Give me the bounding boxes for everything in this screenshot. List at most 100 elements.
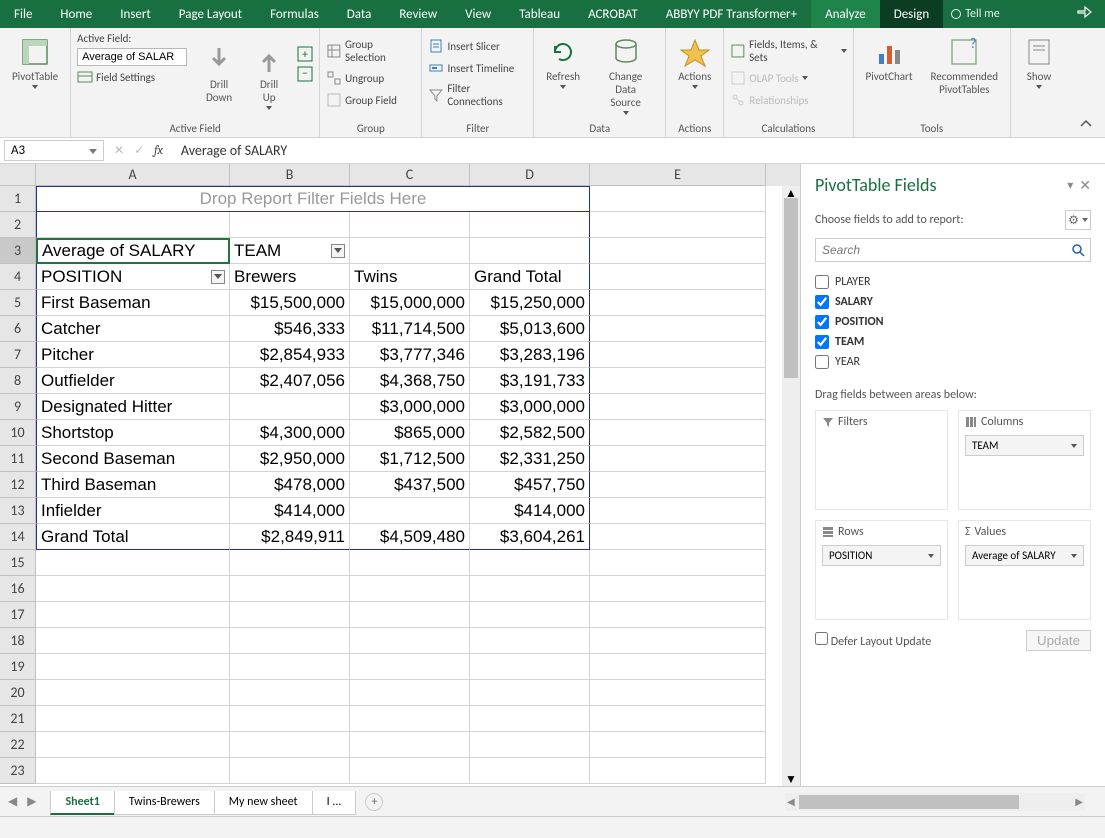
cell-b7[interactable]: $2,854,933: [230, 342, 350, 368]
field-player[interactable]: PLAYER: [815, 272, 1091, 292]
team-filter-dropdown-icon[interactable]: [331, 244, 345, 258]
row-header-3[interactable]: 3: [0, 238, 36, 264]
cell-b14[interactable]: $2,849,911: [230, 524, 350, 550]
cell[interactable]: [350, 706, 470, 732]
group-field-button[interactable]: Group Field: [326, 92, 397, 108]
cell-a14[interactable]: Grand Total: [36, 524, 230, 550]
fields-settings-icon[interactable]: [1065, 210, 1091, 230]
cell-a11[interactable]: Second Baseman: [36, 446, 230, 472]
scroll-down-arrow[interactable]: ▼: [782, 772, 800, 786]
cell[interactable]: [230, 628, 350, 654]
cell[interactable]: [36, 706, 230, 732]
tab-home[interactable]: Home: [46, 0, 106, 28]
col-header-b[interactable]: B: [230, 164, 350, 186]
cell-c8[interactable]: $4,368,750: [350, 368, 470, 394]
cell-a4[interactable]: POSITION: [36, 264, 230, 290]
cell-c10[interactable]: $865,000: [350, 420, 470, 446]
cell[interactable]: [590, 264, 766, 290]
cell[interactable]: [590, 420, 766, 446]
cell[interactable]: [590, 732, 766, 758]
cell[interactable]: [470, 238, 590, 264]
cell-c4[interactable]: Twins: [350, 264, 470, 290]
row-header-9[interactable]: 9: [0, 394, 36, 420]
columns-area[interactable]: Columns TEAM: [958, 410, 1091, 510]
cell[interactable]: [350, 602, 470, 628]
fx-icon[interactable]: fx: [154, 143, 163, 158]
row-header-16[interactable]: 16: [0, 576, 36, 602]
cell[interactable]: [590, 524, 766, 550]
vertical-scrollbar[interactable]: ▲ ▼: [782, 186, 800, 786]
insert-timeline-button[interactable]: Insert Timeline: [428, 60, 514, 76]
cell-d9[interactable]: $3,000,000: [470, 394, 590, 420]
cell-b13[interactable]: $414,000: [230, 498, 350, 524]
cell-d13[interactable]: $414,000: [470, 498, 590, 524]
tell-me[interactable]: Tell me: [951, 7, 1000, 21]
name-box[interactable]: A3: [4, 140, 104, 161]
relationships-button[interactable]: Relationships: [730, 92, 808, 108]
cell-b6[interactable]: $546,333: [230, 316, 350, 342]
cell[interactable]: [350, 654, 470, 680]
cell-c6[interactable]: $11,714,500: [350, 316, 470, 342]
cell[interactable]: [590, 758, 766, 784]
row-header-15[interactable]: 15: [0, 550, 36, 576]
row-header-12[interactable]: 12: [0, 472, 36, 498]
columns-pill-team[interactable]: TEAM: [965, 435, 1084, 456]
row-header-8[interactable]: 8: [0, 368, 36, 394]
cell[interactable]: [470, 602, 590, 628]
cell[interactable]: [470, 732, 590, 758]
cell[interactable]: [230, 550, 350, 576]
values-area[interactable]: ΣValues Average of SALARY: [958, 520, 1091, 620]
fields-items-sets-button[interactable]: Fields, Items, & Sets: [730, 38, 846, 64]
cell[interactable]: [230, 654, 350, 680]
close-fields-pane-icon[interactable]: ✕: [1079, 177, 1091, 194]
show-button[interactable]: Show: [1017, 32, 1061, 93]
cell[interactable]: [470, 212, 590, 238]
formula-bar[interactable]: Average of SALARY: [173, 142, 1105, 159]
tab-review[interactable]: Review: [385, 0, 451, 28]
col-header-d[interactable]: D: [470, 164, 590, 186]
row-header-13[interactable]: 13: [0, 498, 36, 524]
ungroup-button[interactable]: Ungroup: [326, 70, 384, 86]
cell[interactable]: [590, 706, 766, 732]
cell[interactable]: [350, 576, 470, 602]
cell[interactable]: [470, 758, 590, 784]
cell[interactable]: [36, 628, 230, 654]
pivot-table-button[interactable]: PivotTable: [6, 32, 64, 93]
row-header-18[interactable]: 18: [0, 628, 36, 654]
cell[interactable]: [590, 550, 766, 576]
cell[interactable]: [36, 758, 230, 784]
defer-layout-checkbox[interactable]: Defer Layout Update: [815, 632, 931, 649]
cell[interactable]: [36, 732, 230, 758]
sheet-tab-twins-brewers[interactable]: Twins-Brewers: [114, 791, 215, 815]
drop-filter-hint[interactable]: Drop Report Filter Fields Here: [36, 186, 590, 212]
cell-d8[interactable]: $3,191,733: [470, 368, 590, 394]
drill-up-button[interactable]: Drill Up: [247, 40, 291, 114]
row-header-10[interactable]: 10: [0, 420, 36, 446]
cell-a12[interactable]: Third Baseman: [36, 472, 230, 498]
cell[interactable]: [350, 732, 470, 758]
cell[interactable]: [230, 212, 350, 238]
cell[interactable]: [36, 680, 230, 706]
cell[interactable]: [470, 706, 590, 732]
sheet-tab-sheet1[interactable]: Sheet1: [50, 791, 114, 815]
cell-c9[interactable]: $3,000,000: [350, 394, 470, 420]
cell[interactable]: [590, 576, 766, 602]
cell-d14[interactable]: $3,604,261: [470, 524, 590, 550]
pivot-chart-button[interactable]: PivotChart: [860, 32, 919, 87]
cell[interactable]: [590, 316, 766, 342]
cell-a7[interactable]: Pitcher: [36, 342, 230, 368]
cell[interactable]: [470, 628, 590, 654]
cell-d12[interactable]: $457,750: [470, 472, 590, 498]
row-header-1[interactable]: 1: [0, 186, 36, 212]
row-header-23[interactable]: 23: [0, 758, 36, 784]
cell[interactable]: [350, 212, 470, 238]
tab-data[interactable]: Data: [333, 0, 386, 28]
row-header-22[interactable]: 22: [0, 732, 36, 758]
cell[interactable]: [590, 186, 766, 212]
cell-c5[interactable]: $15,000,000: [350, 290, 470, 316]
hscrollbar-thumb[interactable]: [799, 795, 1019, 809]
col-header-a[interactable]: A: [36, 164, 230, 186]
sheet-tab-i-[interactable]: I ...: [312, 791, 357, 815]
position-filter-dropdown-icon[interactable]: [211, 270, 225, 284]
cell[interactable]: [590, 238, 766, 264]
